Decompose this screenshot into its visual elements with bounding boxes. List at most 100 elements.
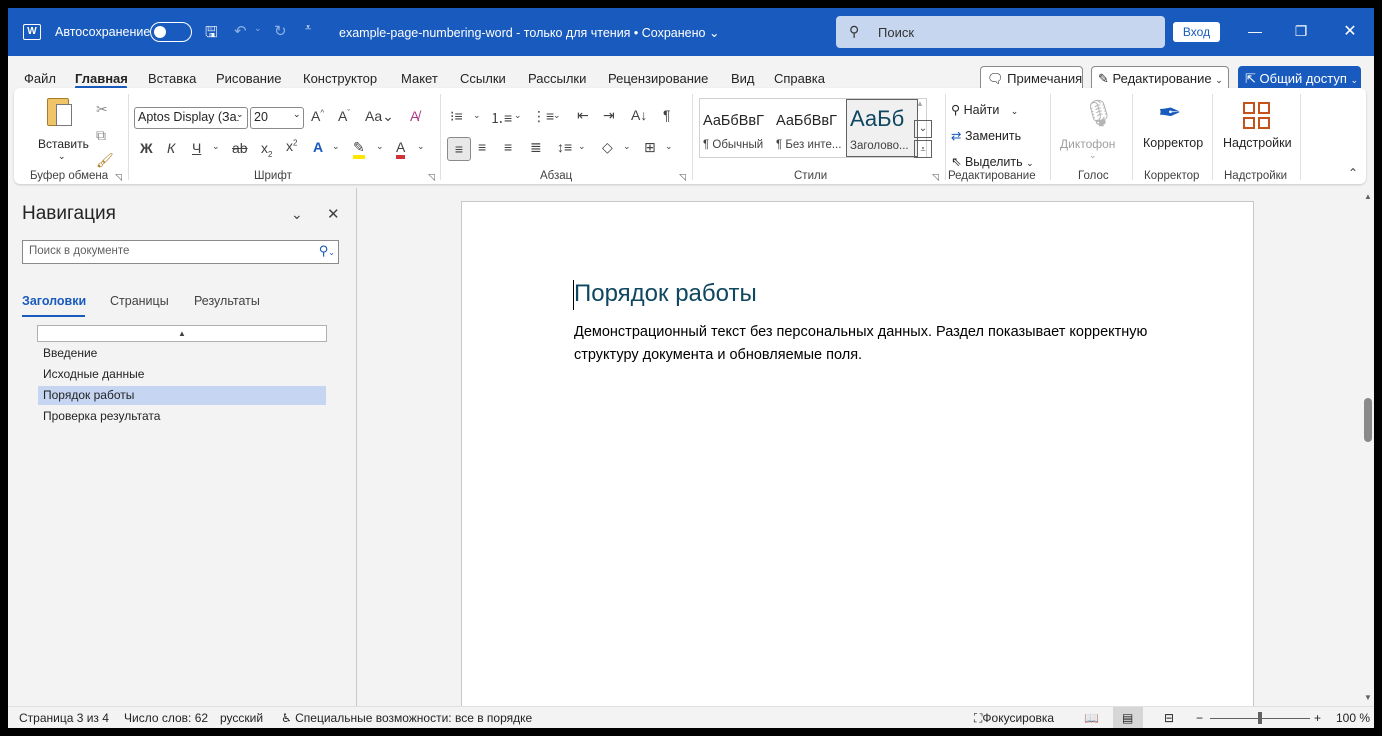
paste-dropdown-icon[interactable]: ⌄ <box>58 151 66 162</box>
undo-dropdown-icon[interactable]: ⌄ <box>254 23 262 34</box>
highlight-dropdown-icon[interactable]: ⌄ <box>376 141 384 152</box>
dictate-button[interactable]: Диктофон <box>1060 137 1115 151</box>
font-launcher-icon[interactable]: ◹ <box>428 172 435 183</box>
collapse-ribbon-icon[interactable]: ⌃ <box>1348 166 1358 180</box>
save-icon[interactable]: 🖫 <box>205 22 218 47</box>
tab-insert[interactable]: Вставка <box>148 71 196 86</box>
style-normal[interactable]: АаБбВвГ ¶ Обычный <box>700 99 772 157</box>
styles-scroll-down-icon[interactable]: ⌄ <box>914 120 932 138</box>
tab-review[interactable]: Рецензирование <box>608 71 708 86</box>
tab-view[interactable]: Вид <box>731 71 755 86</box>
format-painter-icon[interactable]: 🖌 <box>96 152 114 169</box>
shading-icon[interactable]: ◇ <box>602 139 613 156</box>
autosave-toggle[interactable] <box>150 22 192 42</box>
numbering-dropdown-icon[interactable]: ⌄ <box>514 110 522 121</box>
nav-heading-item[interactable]: Проверка результата <box>38 407 326 426</box>
increase-indent-icon[interactable]: ⇥ <box>603 107 615 124</box>
dictate-dropdown-icon[interactable]: ⌄ <box>1089 150 1097 161</box>
align-center-icon[interactable]: ≡ <box>478 139 486 155</box>
nav-close-icon[interactable]: ✕ <box>327 205 340 223</box>
focus-mode-button[interactable]: ⛶Фокусировка <box>974 711 1054 726</box>
copy-icon[interactable]: ⧉ <box>96 127 106 144</box>
line-spacing-icon[interactable]: ↕≡ <box>557 139 572 155</box>
zoom-slider-thumb[interactable] <box>1258 712 1262 724</box>
select-button[interactable]: ⇖ Выделить ⌄ <box>951 154 1034 169</box>
bullets-dropdown-icon[interactable]: ⌄ <box>473 110 481 121</box>
nav-tab-headings[interactable]: Заголовки <box>22 294 86 308</box>
bold-button[interactable]: Ж <box>140 140 153 156</box>
tab-home[interactable]: Главная <box>75 71 128 86</box>
font-name-select[interactable]: Aptos Display (Заг <box>134 107 248 129</box>
nav-tab-pages[interactable]: Страницы <box>110 294 169 308</box>
tab-file[interactable]: Файл <box>24 71 56 86</box>
nav-search-input[interactable]: Поиск в документе ⚲⌄ <box>22 240 339 264</box>
editor-pen-icon[interactable]: ✒ <box>1158 96 1181 129</box>
paragraph-launcher-icon[interactable]: ◹ <box>679 172 686 183</box>
nav-tab-results[interactable]: Результаты <box>194 294 260 308</box>
vertical-scrollbar[interactable]: ▲ ▼ <box>1362 188 1374 706</box>
clear-formatting-icon[interactable]: A̸ <box>410 108 419 124</box>
multilevel-list-icon[interactable]: ⋮≡ <box>532 108 554 125</box>
word-count[interactable]: Число слов: 62 <box>124 711 208 725</box>
document-page[interactable]: Порядок работы Демонстрационный текст бе… <box>461 201 1254 721</box>
font-color-icon[interactable]: A <box>396 139 406 159</box>
collapse-all-icon[interactable]: ▲ <box>37 325 327 342</box>
borders-icon[interactable]: ⊞ <box>644 139 656 156</box>
decrease-indent-icon[interactable]: ⇤ <box>577 107 589 124</box>
accessibility-status[interactable]: ♿︎ Специальные возможности: все в порядк… <box>281 711 532 725</box>
nav-options-chevron-icon[interactable]: ⌄ <box>291 206 303 223</box>
scroll-thumb[interactable] <box>1364 398 1372 442</box>
font-size-dropdown-icon[interactable]: ⌄ <box>293 109 301 120</box>
grow-font-icon[interactable]: A^ <box>311 108 324 124</box>
font-color-dropdown-icon[interactable]: ⌄ <box>417 141 425 152</box>
numbering-icon[interactable]: ⒈≡ <box>490 108 512 128</box>
underline-dropdown-icon[interactable]: ⌄ <box>212 141 220 152</box>
style-no-spacing[interactable]: АаБбВвГ ¶ Без инте... <box>773 99 845 157</box>
subscript-icon[interactable]: x2 <box>261 140 272 159</box>
scroll-up-icon[interactable]: ▲ <box>1362 192 1374 201</box>
zoom-out-icon[interactable]: − <box>1196 711 1203 725</box>
tab-references[interactable]: Ссылки <box>460 71 506 86</box>
style-heading[interactable]: АаБб Заголово... <box>846 99 918 157</box>
styles-more-icon[interactable]: ⩡ <box>914 140 932 158</box>
tab-help[interactable]: Справка <box>774 71 825 86</box>
tab-design[interactable]: Конструктор <box>303 71 377 86</box>
undo-icon[interactable]: ↶ <box>234 22 247 40</box>
superscript-icon[interactable]: x2 <box>286 138 297 154</box>
word-logo-icon[interactable]: W <box>23 24 41 40</box>
text-effects-icon[interactable]: A <box>313 139 323 155</box>
redo-icon[interactable]: ↻ <box>274 22 287 40</box>
italic-button[interactable]: К <box>167 140 175 156</box>
document-title[interactable]: example-page-numbering-word - только для… <box>339 25 719 40</box>
highlight-icon[interactable]: ✎ <box>353 139 365 159</box>
nav-heading-item[interactable]: Исходные данные <box>38 365 326 384</box>
tab-mailings[interactable]: Рассылки <box>528 71 586 86</box>
styles-scroll-up-icon[interactable]: ▲ <box>916 99 924 108</box>
underline-button[interactable]: Ч <box>192 140 201 156</box>
paste-icon[interactable] <box>44 94 76 130</box>
borders-dropdown-icon[interactable]: ⌄ <box>665 141 673 152</box>
zoom-in-icon[interactable]: + <box>1314 711 1321 725</box>
page-count[interactable]: Страница 3 из 4 <box>19 711 109 725</box>
bullets-icon[interactable]: ⁝≡ <box>450 108 463 125</box>
close-icon[interactable]: ✕ <box>1340 21 1360 41</box>
text-effects-dropdown-icon[interactable]: ⌄ <box>332 141 340 152</box>
tab-draw[interactable]: Рисование <box>216 71 281 86</box>
minimize-icon[interactable]: — <box>1245 23 1265 39</box>
show-formatting-icon[interactable]: ¶ <box>663 107 671 123</box>
cut-icon[interactable]: ✂ <box>96 101 108 118</box>
read-mode-icon[interactable]: 📖 <box>1084 711 1099 725</box>
shading-dropdown-icon[interactable]: ⌄ <box>623 141 631 152</box>
paste-button[interactable]: Вставить <box>38 137 89 151</box>
restore-icon[interactable]: ❐ <box>1291 23 1311 40</box>
strikethrough-icon[interactable]: ab <box>232 140 248 156</box>
customize-toolbar-icon[interactable]: ⩡ <box>305 22 311 35</box>
align-left-icon[interactable]: ≡ <box>447 137 471 161</box>
addins-button[interactable]: Надстройки <box>1223 136 1292 150</box>
editor-button[interactable]: Корректор <box>1143 136 1203 150</box>
replace-button[interactable]: ⇄ Заменить <box>951 128 1021 143</box>
nav-heading-item-selected[interactable]: Порядок работы <box>38 386 326 405</box>
microphone-icon[interactable]: 🎙 <box>1082 98 1115 129</box>
search-box[interactable]: ⚲ Поиск <box>836 16 1165 48</box>
line-spacing-dropdown-icon[interactable]: ⌄ <box>578 141 586 152</box>
